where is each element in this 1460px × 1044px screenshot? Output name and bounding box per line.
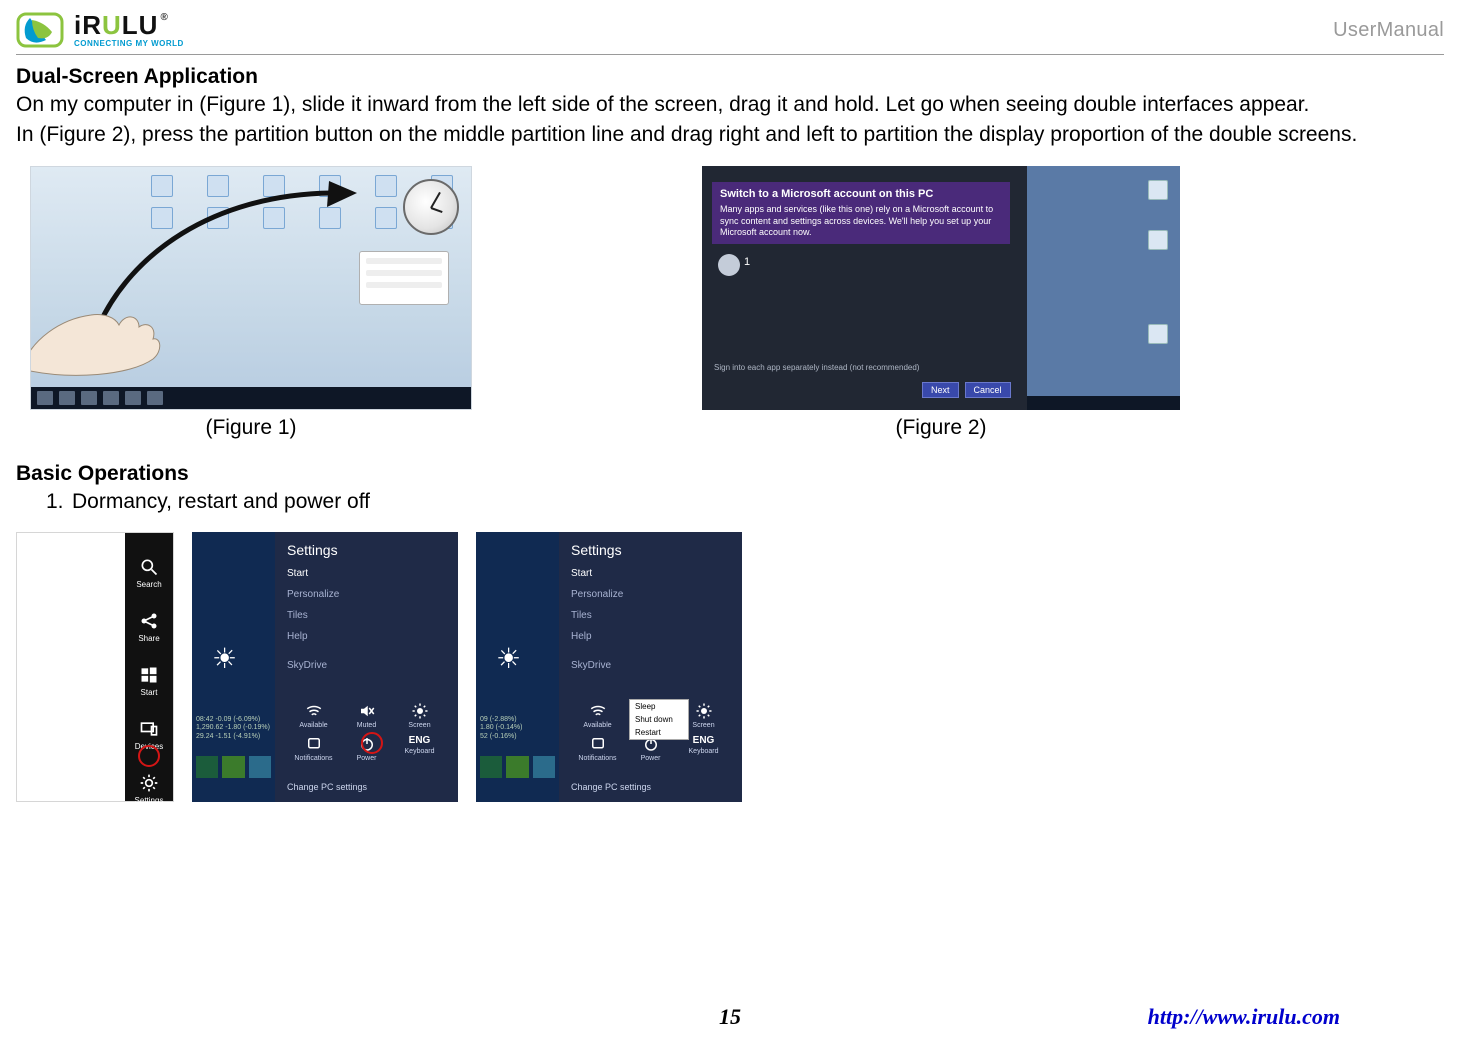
figure-2-image: Switch to a Microsoft account on this PC… xyxy=(702,166,1180,410)
logo: iRULU® CONNECTING MY WORLD xyxy=(16,12,184,48)
hand-gesture-icon xyxy=(30,269,161,379)
power-menu-shutdown: Shut down xyxy=(630,713,688,726)
power-menu: Sleep Shut down Restart xyxy=(629,699,689,740)
brightness-icon xyxy=(695,702,713,720)
wifi-icon xyxy=(305,702,323,720)
wifi-icon xyxy=(589,702,607,720)
charm-share: Share xyxy=(138,611,159,643)
settings-header: Settings xyxy=(571,542,730,558)
volume-status: Muted xyxy=(340,702,393,729)
charm-search: Search xyxy=(136,557,161,589)
notifications-icon xyxy=(589,735,607,753)
stock-quotes: 08:42 -0.09 (-6.09%) 1,290.62 -1.80 (-0.… xyxy=(196,716,270,741)
devices-icon xyxy=(139,719,159,739)
header-divider xyxy=(16,54,1444,55)
settings-figure-1: ☀ 08:42 -0.09 (-6.09%) 1,290.62 -1.80 (-… xyxy=(192,532,458,802)
power-menu-restart: Restart xyxy=(630,726,688,739)
change-pc-settings: Change PC settings xyxy=(287,782,446,792)
notifications-icon xyxy=(305,735,323,753)
settings-opt-personalize: Personalize xyxy=(287,589,446,600)
settings-opt-help: Help xyxy=(287,631,446,642)
brand-tagline: CONNECTING MY WORLD xyxy=(74,40,184,48)
share-icon xyxy=(139,611,159,631)
wifi-status: Available xyxy=(571,702,624,729)
brightness-status: Screen xyxy=(393,702,446,729)
charm-start: Start xyxy=(139,665,159,697)
highlight-ring-icon xyxy=(138,745,160,767)
gear-icon xyxy=(139,773,159,793)
brightness-icon xyxy=(411,702,429,720)
dual-screen-para-2: In (Figure 2), press the partition butto… xyxy=(16,121,1444,149)
list-item-text: Dormancy, restart and power off xyxy=(72,490,370,513)
cancel-button: Cancel xyxy=(965,382,1011,398)
power-menu-sleep: Sleep xyxy=(630,700,688,713)
settings-opt-help: Help xyxy=(571,631,730,642)
weather-icon: ☀ xyxy=(496,642,521,675)
doc-title: UserManual xyxy=(1333,19,1444,42)
wifi-status: Available xyxy=(287,702,340,729)
settings-wifi: SkyDrive xyxy=(287,660,446,671)
settings-opt-start: Start xyxy=(571,568,730,579)
notifications-status: Notifications xyxy=(287,735,340,762)
search-icon xyxy=(139,557,159,577)
figure-2-caption: (Figure 2) xyxy=(895,416,986,440)
windows-icon xyxy=(139,665,159,685)
notifications-status: Notifications xyxy=(571,735,624,762)
settings-header: Settings xyxy=(287,542,446,558)
figure-1-caption: (Figure 1) xyxy=(205,416,296,440)
brand-name: iRULU® xyxy=(74,12,184,38)
settings-opt-tiles: Tiles xyxy=(571,610,730,621)
figure-1-image xyxy=(30,166,472,410)
basic-operations-list: 1.Dormancy, restart and power off xyxy=(16,488,1444,516)
settings-opt-tiles: Tiles xyxy=(287,610,446,621)
dual-screen-heading: Dual-Screen Application xyxy=(16,65,1444,89)
account-banner: Switch to a Microsoft account on this PC… xyxy=(712,182,1010,245)
next-button: Next xyxy=(922,382,959,398)
weather-icon: ☀ xyxy=(212,642,237,675)
figure-2: Switch to a Microsoft account on this PC… xyxy=(702,166,1180,440)
settings-opt-start: Start xyxy=(287,568,446,579)
page-number: 15 xyxy=(719,1004,741,1030)
user-avatar-icon xyxy=(718,254,740,276)
figure-1: (Figure 1) xyxy=(30,166,472,440)
stock-quotes: 09 (-2.88%) 1.80 (-0.14%) 52 (-0.16%) xyxy=(480,716,522,741)
change-pc-settings: Change PC settings xyxy=(571,782,730,792)
keyboard-status: ENGKeyboard xyxy=(393,735,446,762)
logo-mark-icon xyxy=(16,12,64,48)
basic-operations-heading: Basic Operations xyxy=(16,462,1444,486)
charm-settings: Settings xyxy=(135,773,164,805)
page-footer: 15 http://www.irulu.com xyxy=(0,1004,1460,1030)
account-note: Sign into each app separately instead (n… xyxy=(714,363,1000,372)
settings-opt-personalize: Personalize xyxy=(571,589,730,600)
highlight-ring-icon xyxy=(361,732,383,754)
dual-screen-para-1: On my computer in (Figure 1), slide it i… xyxy=(16,91,1444,119)
settings-figure-2: ☀ 09 (-2.88%) 1.80 (-0.14%) 52 (-0.16%) … xyxy=(476,532,742,802)
settings-wifi: SkyDrive xyxy=(571,660,730,671)
footer-url: http://www.irulu.com xyxy=(1148,1004,1340,1030)
clock-icon xyxy=(403,179,459,235)
speaker-icon xyxy=(358,702,376,720)
page-header: iRULU® CONNECTING MY WORLD UserManual xyxy=(16,8,1444,52)
list-number: 1. xyxy=(46,488,72,516)
charms-bar-figure: Search Share Start Devices Settings xyxy=(16,532,174,802)
